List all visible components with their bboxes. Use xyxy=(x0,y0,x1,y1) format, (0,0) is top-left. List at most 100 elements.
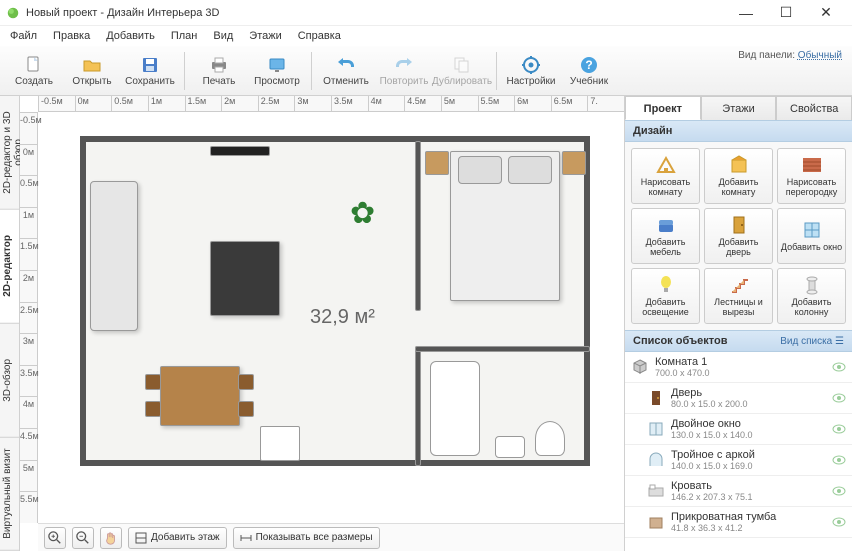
sink xyxy=(495,436,525,458)
design-icon xyxy=(728,154,750,176)
stove xyxy=(260,426,300,461)
tv xyxy=(210,146,270,156)
menu-help[interactable]: Справка xyxy=(292,28,347,44)
save-button[interactable]: Сохранить xyxy=(122,49,178,93)
duplicate-icon xyxy=(452,55,472,75)
hand-button[interactable] xyxy=(100,527,122,549)
tab-properties[interactable]: Свойства xyxy=(776,96,852,120)
chair xyxy=(238,401,254,417)
zoom-out-button[interactable] xyxy=(72,527,94,549)
tab-virtual[interactable]: Виртуальный визит xyxy=(0,437,19,551)
ruler-horizontal: -0.5м0м0.5м1м 1.5м2м2.5м3м 3.5м4м4.5м5м … xyxy=(38,96,624,112)
create-button[interactable]: Создать xyxy=(6,49,62,93)
design-icon xyxy=(655,274,677,296)
view-button[interactable]: Просмотр xyxy=(249,49,305,93)
canvas[interactable]: -0.5м0м0.5м1м 1.5м2м2.5м3м 3.5м4м4.5м5м … xyxy=(20,96,624,551)
menu-plan[interactable]: План xyxy=(165,28,204,44)
visibility-icon[interactable] xyxy=(832,362,846,372)
design-icon xyxy=(801,274,823,296)
settings-button[interactable]: Настройки xyxy=(503,49,559,93)
menu-floors[interactable]: Этажи xyxy=(243,28,287,44)
area-label: 32,9 м² xyxy=(310,306,375,329)
object-icon xyxy=(647,482,665,500)
tab-project[interactable]: Проект xyxy=(625,96,701,120)
design-action-0[interactable]: Нарисовать комнату xyxy=(631,148,700,204)
menu-add[interactable]: Добавить xyxy=(100,28,161,44)
redo-button[interactable]: Повторить xyxy=(376,49,432,93)
design-action-5[interactable]: Добавить окно xyxy=(777,208,846,264)
tab-2d-editor[interactable]: 2D-редактор xyxy=(0,210,19,324)
object-row[interactable]: Дверь80.0 x 15.0 x 200.0 xyxy=(625,383,852,414)
pillow xyxy=(508,156,552,184)
design-icon xyxy=(801,219,823,241)
design-grid: Нарисовать комнатуДобавить комнатуНарисо… xyxy=(625,142,852,330)
duplicate-button[interactable]: Дублировать xyxy=(434,49,490,93)
tab-3d-view[interactable]: 3D-обзор xyxy=(0,324,19,438)
design-action-3[interactable]: Добавить мебель xyxy=(631,208,700,264)
object-row[interactable]: Кровать146.2 x 207.3 x 75.1 xyxy=(625,476,852,507)
visibility-icon[interactable] xyxy=(832,393,846,403)
visibility-icon[interactable] xyxy=(832,455,846,465)
view-mode-link[interactable]: Обычный xyxy=(798,50,842,61)
menu-edit[interactable]: Правка xyxy=(47,28,96,44)
chair xyxy=(145,374,161,390)
object-row[interactable]: Двойное окно130.0 x 15.0 x 140.0 xyxy=(625,414,852,445)
design-action-4[interactable]: Добавить дверь xyxy=(704,208,773,264)
zoom-in-button[interactable] xyxy=(44,527,66,549)
folder-open-icon xyxy=(82,55,102,75)
object-row[interactable]: Тройное с аркой140.0 x 15.0 x 169.0 xyxy=(625,445,852,476)
menu-file[interactable]: Файл xyxy=(4,28,43,44)
objects-view-mode[interactable]: Вид списка ☰ xyxy=(780,336,844,347)
plant: ✿ xyxy=(350,196,375,231)
view-panel-mode: Вид панели: Обычный xyxy=(738,50,842,61)
canvas-footer: Добавить этаж Показывать все размеры xyxy=(38,523,624,551)
wall xyxy=(415,141,421,311)
open-button[interactable]: Открыть xyxy=(64,49,120,93)
visibility-icon[interactable] xyxy=(832,486,846,496)
object-icon xyxy=(647,513,665,531)
sofa xyxy=(90,181,138,331)
help-button[interactable]: ?Учебник xyxy=(561,49,617,93)
wall xyxy=(415,346,421,466)
add-floor-button[interactable]: Добавить этаж xyxy=(128,527,227,549)
titlebar: Новый проект - Дизайн Интерьера 3D — ☐ ✕ xyxy=(0,0,852,26)
show-all-dims-button[interactable]: Показывать все размеры xyxy=(233,527,380,549)
object-row[interactable]: Комната 1700.0 x 470.0 xyxy=(625,352,852,383)
chair xyxy=(145,401,161,417)
design-action-2[interactable]: Нарисовать перегородку xyxy=(777,148,846,204)
design-action-7[interactable]: Лестницы и вырезы xyxy=(704,268,773,324)
floorplan[interactable]: ✿ 32,9 м² xyxy=(80,136,604,491)
visibility-icon[interactable] xyxy=(832,517,846,527)
side-tabs: 2D-редактор и 3D обзор 2D-редактор 3D-об… xyxy=(0,96,20,551)
design-action-6[interactable]: Добавить освещение xyxy=(631,268,700,324)
design-icon xyxy=(655,154,677,176)
design-action-1[interactable]: Добавить комнату xyxy=(704,148,773,204)
chair xyxy=(238,374,254,390)
gear-icon xyxy=(521,55,541,75)
design-action-8[interactable]: Добавить колонну xyxy=(777,268,846,324)
new-file-icon xyxy=(24,55,44,75)
help-icon: ? xyxy=(579,55,599,75)
object-list: Комната 1700.0 x 470.0Дверь80.0 x 15.0 x… xyxy=(625,352,852,551)
monitor-icon xyxy=(267,55,287,75)
object-icon xyxy=(647,389,665,407)
menu-view[interactable]: Вид xyxy=(207,28,239,44)
object-row[interactable]: Прикроватная тумба41.8 x 36.3 x 41.2 xyxy=(625,507,852,538)
ruler-vertical: -0.5м0м0.5м1м 1.5м2м2.5м3м 3.5м4м4.5м5м … xyxy=(20,112,38,523)
tab-2d-3d[interactable]: 2D-редактор и 3D обзор xyxy=(0,96,19,210)
minimize-button[interactable]: — xyxy=(726,1,766,25)
nightstand xyxy=(562,151,586,175)
maximize-button[interactable]: ☐ xyxy=(766,1,806,25)
visibility-icon[interactable] xyxy=(832,424,846,434)
tab-floors[interactable]: Этажи xyxy=(701,96,777,120)
object-icon xyxy=(631,358,649,376)
right-panel: Проект Этажи Свойства Дизайн Нарисовать … xyxy=(624,96,852,551)
coffee-table xyxy=(210,241,280,316)
print-button[interactable]: Печать xyxy=(191,49,247,93)
redo-icon xyxy=(394,55,414,75)
dining-table xyxy=(160,366,240,426)
close-button[interactable]: ✕ xyxy=(806,1,846,25)
menubar: Файл Правка Добавить План Вид Этажи Спра… xyxy=(0,26,852,46)
toolbar: Создать Открыть Сохранить Печать Просмот… xyxy=(0,46,852,96)
undo-button[interactable]: Отменить xyxy=(318,49,374,93)
